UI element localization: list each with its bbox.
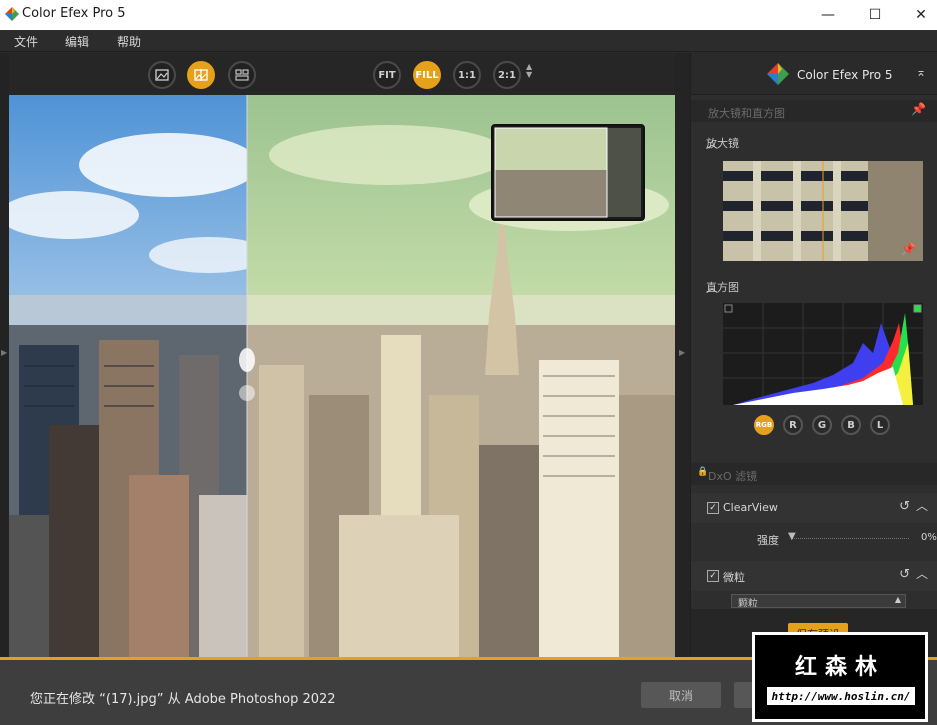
expand-left-icon: ▶ (1, 348, 8, 357)
menu-bar: 文件 编辑 帮助 (0, 30, 937, 52)
channel-g-button[interactable]: G (812, 415, 832, 435)
grain-checkbox[interactable]: ✓ (707, 570, 719, 582)
minimize-button[interactable]: — (805, 0, 851, 30)
split-view-button[interactable] (187, 61, 215, 89)
title-bar: Color Efex Pro 5 — ☐ ✕ (0, 0, 937, 30)
loupe-histogram-section[interactable]: 放大镜和直方图 📌 (691, 100, 937, 122)
side-by-side-view-button[interactable] (228, 61, 256, 89)
grain-title: 微粒 (723, 571, 745, 584)
right-panel-toggle[interactable]: ▶ (675, 53, 690, 657)
loupe-preview[interactable]: 📌 (723, 161, 923, 261)
zoom-2to1-button[interactable]: 2:1 (493, 61, 521, 89)
watermark-url: http://www.hoslin.cn/ (767, 687, 915, 705)
menu-edit[interactable]: 编辑 (65, 33, 89, 50)
pin-icon[interactable]: 📌 (911, 102, 926, 116)
right-panel: Color Efex Pro 5 ⌅ 放大镜和直方图 📌 放大镜 ︿ 📌 直方图 (690, 53, 937, 657)
strength-label: 强度 (757, 534, 779, 547)
zoom-fit-button[interactable]: FIT (373, 61, 401, 89)
channel-l-button[interactable]: L (870, 415, 890, 435)
cancel-button[interactable]: 取消 (641, 682, 721, 708)
close-button[interactable]: ✕ (898, 0, 937, 30)
left-panel-toggle[interactable]: ▶ (0, 53, 9, 657)
slider-handle-icon[interactable]: ▼ (788, 531, 796, 542)
maximize-button[interactable]: ☐ (852, 0, 898, 30)
close-icon: ✕ (915, 7, 927, 23)
loupe-pin-icon[interactable]: 📌 (901, 241, 916, 256)
grain-dropdown[interactable]: 颗粒 ▲ (731, 594, 906, 608)
view-toolbar: FIT FILL 1:1 2:1 ▲▼ (0, 53, 690, 95)
window-title: Color Efex Pro 5 (22, 6, 126, 21)
dropdown-arrow-icon: ▲ (894, 595, 901, 604)
maximize-icon: ☐ (868, 7, 882, 23)
menu-file[interactable]: 文件 (14, 33, 38, 50)
histogram-chart (723, 303, 923, 405)
single-view-icon (155, 69, 169, 81)
single-view-button[interactable] (148, 61, 176, 89)
loupe-histogram-title: 放大镜和直方图 (708, 107, 785, 120)
chevron-up-icon[interactable]: ︿ (916, 565, 928, 582)
watermark: 红森林 http://www.hoslin.cn/ (752, 632, 928, 722)
watermark-text: 红森林 (795, 655, 886, 680)
clearview-checkbox[interactable]: ✓ (707, 502, 719, 514)
channel-r-button[interactable]: R (783, 415, 803, 435)
filter-clearview-row[interactable]: ✓ ClearView ↺ ︿ (691, 493, 937, 523)
collapse-panel-icon[interactable]: ⌅ (916, 65, 926, 79)
chevron-up-icon[interactable]: ︿ (706, 135, 926, 152)
image-preview[interactable] (9, 95, 675, 657)
chevron-up-icon[interactable]: ︿ (706, 279, 926, 296)
app-logo-icon (5, 7, 19, 21)
split-view-icon (194, 69, 208, 81)
strength-slider[interactable] (791, 538, 909, 539)
lock-icon: 🔒 (697, 467, 709, 477)
channel-b-button[interactable]: B (841, 415, 861, 435)
filter-grain-row[interactable]: ✓ 微粒 ↺ ︿ (691, 561, 937, 591)
clearview-title: ClearView (723, 501, 778, 514)
brand-logo-icon (767, 63, 789, 85)
zoom-fill-button[interactable]: FILL (413, 61, 441, 89)
preview-image (9, 95, 675, 657)
grain-dropdown-value: 颗粒 (738, 599, 758, 608)
panel-brand-title: Color Efex Pro 5 (797, 68, 893, 82)
clearview-params: 强度 ▼ 0% (691, 523, 937, 557)
zoom-stepper-icon[interactable]: ▲▼ (526, 63, 532, 79)
app-window: Color Efex Pro 5 — ☐ ✕ 文件 编辑 帮助 FIT FILL… (0, 0, 937, 725)
minimize-icon: — (821, 7, 835, 23)
zoom-1to1-button[interactable]: 1:1 (453, 61, 481, 89)
reset-icon[interactable]: ↺ (899, 499, 910, 514)
panel-header: Color Efex Pro 5 ⌅ (691, 53, 937, 95)
channel-rgb-button[interactable]: RGB (754, 415, 774, 435)
expand-right-icon: ▶ (679, 348, 686, 357)
dxo-filters-section[interactable]: 🔒 DxO 滤镜 (691, 463, 937, 485)
dxo-filters-title: DxO 滤镜 (708, 470, 758, 483)
strength-value: 0% (921, 532, 937, 543)
histogram-header[interactable]: 直方图 ︿ (691, 275, 937, 297)
chevron-up-icon[interactable]: ︿ (916, 497, 928, 514)
menu-help[interactable]: 帮助 (117, 33, 141, 50)
status-message: 您正在修改 “(17).jpg” 从 Adobe Photoshop 2022 (30, 692, 336, 707)
reset-icon[interactable]: ↺ (899, 567, 910, 582)
side-by-side-view-icon (235, 69, 249, 81)
loupe-header[interactable]: 放大镜 ︿ (691, 131, 937, 153)
